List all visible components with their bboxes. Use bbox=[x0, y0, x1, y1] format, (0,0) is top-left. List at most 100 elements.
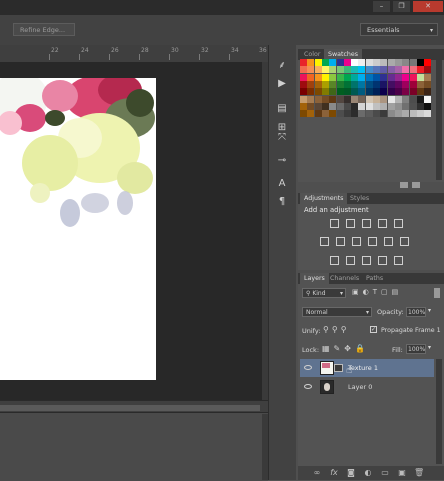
adjustment-layer-icon[interactable]: ◐ bbox=[363, 468, 373, 478]
swatch[interactable] bbox=[336, 102, 344, 110]
swatch[interactable] bbox=[300, 59, 307, 66]
swatch[interactable] bbox=[409, 59, 417, 66]
vibrance-icon[interactable] bbox=[394, 219, 403, 228]
swatch[interactable] bbox=[380, 102, 388, 110]
swatch[interactable] bbox=[365, 80, 373, 88]
swatch[interactable] bbox=[307, 80, 315, 88]
swatch[interactable] bbox=[373, 110, 380, 118]
swatch[interactable] bbox=[358, 95, 366, 103]
swatch[interactable] bbox=[409, 66, 417, 74]
tab-layers[interactable]: Layers bbox=[300, 273, 329, 284]
color-balance-icon[interactable] bbox=[336, 237, 345, 246]
swatch[interactable] bbox=[365, 59, 373, 66]
swatch[interactable] bbox=[387, 66, 395, 74]
swatch[interactable] bbox=[307, 88, 315, 96]
swatch[interactable] bbox=[343, 110, 351, 118]
swatch[interactable] bbox=[409, 73, 417, 81]
refine-edge-button[interactable]: Refine Edge... bbox=[13, 23, 75, 36]
swatch[interactable] bbox=[321, 110, 329, 118]
move-tool-icon[interactable]: ⤧ bbox=[274, 130, 290, 146]
swatch[interactable] bbox=[416, 110, 424, 118]
swatch[interactable] bbox=[329, 59, 337, 66]
swatch[interactable] bbox=[380, 110, 388, 118]
horizontal-scrollbar[interactable] bbox=[0, 405, 260, 411]
swatch[interactable] bbox=[416, 102, 424, 110]
swatch[interactable] bbox=[351, 59, 359, 66]
chevron-down-icon[interactable]: ▾ bbox=[428, 344, 431, 351]
delete-swatch-icon[interactable] bbox=[412, 182, 420, 188]
swatch[interactable] bbox=[358, 102, 366, 110]
swatch[interactable] bbox=[314, 73, 322, 81]
photo-filter-icon[interactable] bbox=[368, 237, 377, 246]
lock-icons[interactable]: ▦✎✥🔒 bbox=[322, 344, 369, 353]
channel-mixer-icon[interactable] bbox=[384, 237, 393, 246]
swatch[interactable] bbox=[394, 102, 402, 110]
swatch[interactable] bbox=[380, 66, 388, 74]
swatch[interactable] bbox=[329, 80, 337, 88]
swatch[interactable] bbox=[380, 95, 388, 103]
swatch[interactable] bbox=[307, 102, 315, 110]
swatch[interactable] bbox=[351, 80, 359, 88]
swatch[interactable] bbox=[380, 80, 388, 88]
swatch[interactable] bbox=[329, 95, 337, 103]
swatch[interactable] bbox=[409, 110, 417, 118]
swatch[interactable] bbox=[343, 88, 351, 96]
swatch[interactable] bbox=[321, 88, 329, 96]
swatch[interactable] bbox=[409, 95, 417, 103]
swatch[interactable] bbox=[336, 88, 344, 96]
swatch[interactable] bbox=[343, 80, 351, 88]
close-button[interactable]: ✕ bbox=[413, 1, 443, 12]
eye-icon[interactable] bbox=[304, 365, 312, 370]
swatch[interactable] bbox=[343, 95, 351, 103]
swatch[interactable] bbox=[336, 59, 344, 66]
swatch[interactable] bbox=[387, 80, 395, 88]
swatch[interactable] bbox=[300, 80, 307, 88]
swatch[interactable] bbox=[387, 102, 395, 110]
curves-icon[interactable] bbox=[362, 219, 371, 228]
swatch[interactable] bbox=[314, 59, 322, 66]
eye-icon[interactable] bbox=[304, 384, 312, 389]
fill-input[interactable]: 100% bbox=[406, 344, 426, 354]
swatch[interactable] bbox=[351, 95, 359, 103]
levels-icon[interactable] bbox=[346, 219, 355, 228]
swatch[interactable] bbox=[300, 73, 307, 81]
swatch[interactable] bbox=[343, 73, 351, 81]
swatch[interactable] bbox=[329, 73, 337, 81]
swatch[interactable] bbox=[416, 95, 424, 103]
swatch[interactable] bbox=[336, 110, 344, 118]
swatch[interactable] bbox=[365, 66, 373, 74]
swatch[interactable] bbox=[402, 88, 410, 96]
swatch[interactable] bbox=[351, 88, 359, 96]
swatch[interactable] bbox=[365, 73, 373, 81]
swatch[interactable] bbox=[424, 66, 432, 74]
swatch[interactable] bbox=[358, 59, 366, 66]
swatch[interactable] bbox=[424, 80, 432, 88]
document-canvas[interactable] bbox=[0, 78, 156, 380]
swatch[interactable] bbox=[424, 95, 432, 103]
new-swatch-icon[interactable] bbox=[400, 182, 408, 188]
hue-saturation-icon[interactable] bbox=[320, 237, 329, 246]
tab-paths[interactable]: Paths bbox=[362, 273, 387, 284]
new-layer-icon[interactable]: ▣ bbox=[397, 468, 407, 478]
tab-channels[interactable]: Channels bbox=[326, 273, 363, 284]
layer-filter-select[interactable]: ⚲ Kind ▾ bbox=[302, 288, 346, 298]
swatch[interactable] bbox=[307, 110, 315, 118]
swatch[interactable] bbox=[394, 66, 402, 74]
invert-icon[interactable] bbox=[330, 256, 339, 265]
swatch[interactable] bbox=[365, 110, 373, 118]
brightness-icon[interactable] bbox=[330, 219, 339, 228]
swatch[interactable] bbox=[416, 59, 424, 66]
propagate-checkbox[interactable]: ✓ bbox=[370, 326, 377, 333]
swatch[interactable] bbox=[365, 102, 373, 110]
layers-scrollbar[interactable] bbox=[436, 359, 442, 464]
filter-toggle[interactable] bbox=[434, 288, 440, 298]
swatch[interactable] bbox=[394, 88, 402, 96]
swatch[interactable] bbox=[424, 59, 432, 66]
swatch[interactable] bbox=[402, 95, 410, 103]
swatch[interactable] bbox=[387, 59, 395, 66]
layer-name[interactable]: Texture 1 bbox=[348, 364, 378, 372]
swatch[interactable] bbox=[343, 102, 351, 110]
swatch[interactable] bbox=[394, 80, 402, 88]
color-lookup-icon[interactable] bbox=[400, 237, 409, 246]
swatch[interactable] bbox=[351, 102, 359, 110]
